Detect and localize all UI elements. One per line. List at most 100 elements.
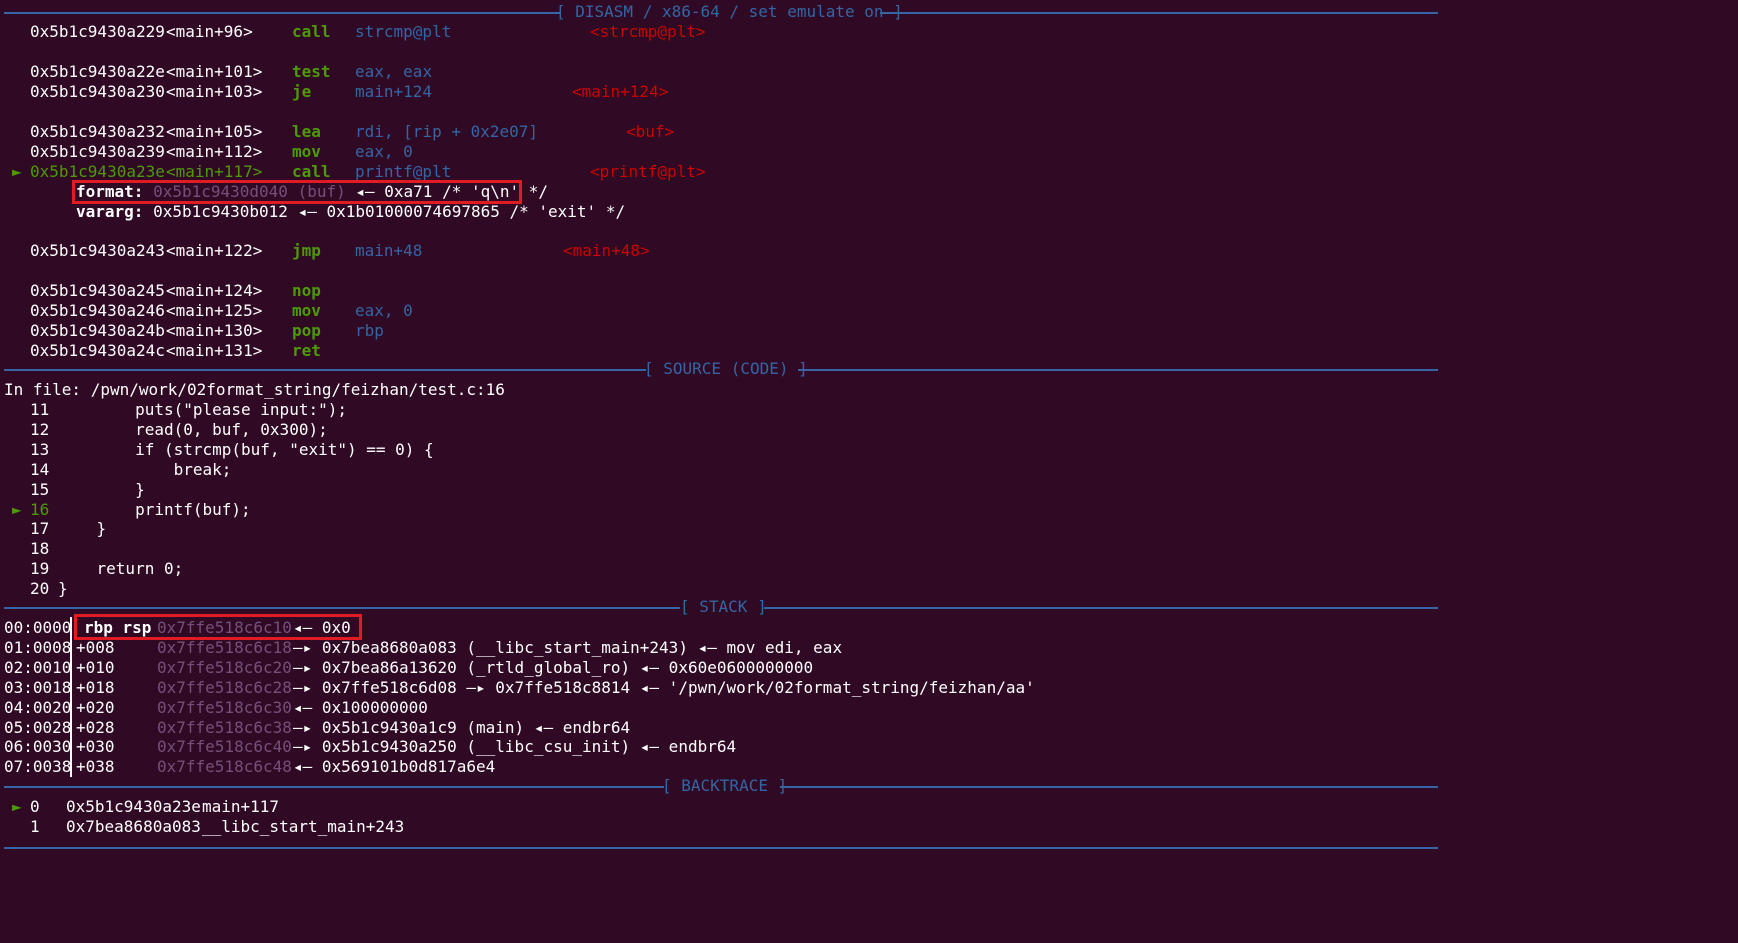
source-rule-left (4, 369, 646, 371)
stack-offset: +010 (76, 657, 115, 677)
instruction-mnemonic: pop (292, 321, 321, 340)
stack-address: 0x7ffe518c6c20 (157, 657, 292, 677)
instruction-address: 0x5b1c9430a24c (30, 341, 165, 360)
source-line-number: 14 (30, 459, 50, 479)
instruction-symbol: <main+131> (166, 341, 263, 360)
instruction-mnemonic: ret (292, 341, 321, 360)
instruction-address: 0x5b1c9430a243 (30, 241, 165, 260)
stack-value: ◂— 0x569101b0d817a6e4 (293, 757, 496, 777)
backtrace-banner: [ BACKTRACE ] (662, 776, 788, 795)
disasm-banner: [ DISASM / x86-64 / set emulate on ] (556, 2, 903, 21)
disasm-rule-left (4, 12, 560, 14)
source-line-number: 17 (30, 519, 50, 539)
instruction-mnemonic: mov (292, 142, 321, 161)
vararg-arg: vararg: 0x5b1c9430b012 ◂— 0x1b0100007469… (76, 201, 625, 223)
instruction-symbol: <main+112> (166, 142, 263, 161)
stack-offset: +008 (76, 637, 115, 657)
operand-2: eax (403, 62, 433, 81)
source-line-code: return 0; (58, 559, 184, 579)
source-line-code: break; (58, 459, 232, 479)
operand-2: 0 (403, 301, 413, 320)
stack-rule-right (764, 607, 1438, 609)
operand-1: printf@plt (355, 162, 452, 181)
stack-index: 06:0030 (4, 737, 72, 757)
instruction-operands: eax, 0 (355, 142, 413, 161)
instruction-mnemonic: jmp (292, 241, 321, 260)
stack-offset: +028 (76, 717, 115, 737)
source-banner: [ SOURCE (CODE) ] (644, 359, 808, 378)
instruction-annotation: <main+124> (572, 82, 669, 101)
frame-number: 1 (30, 817, 40, 836)
instruction-annotation: <main+48> (563, 241, 650, 260)
frame-symbol: main+117 (202, 797, 280, 816)
operand-1: eax (355, 301, 384, 320)
vararg-label: vararg: (76, 202, 144, 221)
instruction-symbol: <main+103> (166, 82, 263, 101)
source-line-code: read(0, buf, 0x300); (58, 419, 328, 439)
operand-1: strcmp@plt (355, 22, 452, 41)
source-line-number: 18 (30, 539, 50, 559)
instruction-mnemonic: test (292, 62, 331, 81)
instruction-operands: rdi, [rip + 0x2e07] (355, 122, 539, 141)
source-line-number: 16 (30, 499, 50, 519)
stack-index: 00:0000 (4, 618, 72, 637)
source-rule-right (798, 369, 1438, 371)
instruction-operands: eax, 0 (355, 301, 413, 320)
operand-1: rdi (355, 122, 384, 141)
vararg-value: 0x5b1c9430b012 ◂— 0x1b01000074697865 /* … (153, 202, 626, 221)
frame-number: 0 (30, 797, 40, 816)
source-line-number: 15 (30, 479, 50, 499)
stack-address: 0x7ffe518c6c48 (157, 757, 292, 777)
operand-1: eax (355, 62, 384, 81)
operand-1: main+124 (355, 82, 433, 101)
instruction-address: 0x5b1c9430a229 (30, 22, 165, 41)
stack-index: 03:0018 (4, 677, 72, 697)
format-address: 0x5b1c9430d040 (buf) (153, 182, 346, 201)
stack-banner: [ STACK ] (680, 597, 767, 616)
stack-index: 02:0010 (4, 657, 72, 677)
current-frame-marker: ► (12, 797, 22, 816)
operand-2: 0 (403, 142, 413, 161)
stack-value: —▸ 0x7bea86a13620 (_rtld_global_ro) ◂— 0… (293, 657, 814, 677)
instruction-address: 0x5b1c9430a230 (30, 82, 165, 101)
source-line-code: } (58, 579, 68, 599)
instruction-symbol: <main+130> (166, 321, 263, 340)
stack-index: 04:0020 (4, 697, 72, 717)
stack-value: ◂— 0x100000000 (293, 697, 428, 717)
frame-address: 0x7bea8680a083 (66, 817, 201, 836)
stack-offset: +030 (76, 737, 115, 757)
stack-address: 0x7ffe518c6c18 (157, 637, 292, 657)
stack-offset: +018 (76, 677, 115, 697)
source-line-code: } (58, 519, 107, 539)
instruction-operands: main+124 (355, 81, 432, 103)
stack-index: 05:0028 (4, 717, 72, 737)
instruction-annotation: <printf@plt> (590, 162, 706, 181)
instruction-symbol: <main+105> (166, 122, 263, 141)
bottom-rule (4, 847, 1438, 849)
instruction-symbol: <main+101> (166, 62, 263, 81)
instruction-operands: eax, eax (355, 62, 433, 81)
source-line-code: } (58, 479, 145, 499)
source-line-code: puts("please input:"); (58, 400, 347, 419)
operand-1: rbp (355, 321, 384, 340)
stack-address: 0x7ffe518c6c30 (157, 697, 292, 717)
source-line-number: 11 (30, 400, 50, 419)
stack-address: 0x7ffe518c6c38 (157, 717, 292, 737)
instruction-operands: main+48 (355, 240, 422, 262)
stack-value: —▸ 0x5b1c9430a250 (__libc_csu_init) ◂— e… (293, 737, 737, 757)
stack-rule-left (4, 607, 680, 609)
instruction-symbol: <main+124> (166, 281, 263, 300)
stack-offset: +038 (76, 757, 115, 777)
format-value: ◂— 0xa71 /* 'q\n' */ (355, 182, 549, 201)
current-instruction-marker: ► (12, 162, 22, 181)
backtrace-rule-left (4, 786, 664, 788)
stack-index: 07:0038 (4, 757, 72, 777)
current-line-marker: ► (12, 499, 22, 519)
source-line-number: 20 (30, 579, 50, 599)
instruction-address: 0x5b1c9430a245 (30, 281, 165, 300)
source-line-number: 12 (30, 419, 50, 439)
source-file-path: In file: /pwn/work/02format_string/feizh… (4, 380, 505, 399)
instruction-address: 0x5b1c9430a239 (30, 142, 165, 161)
instruction-address: 0x5b1c9430a246 (30, 301, 165, 320)
instruction-operands: rbp (355, 320, 384, 342)
